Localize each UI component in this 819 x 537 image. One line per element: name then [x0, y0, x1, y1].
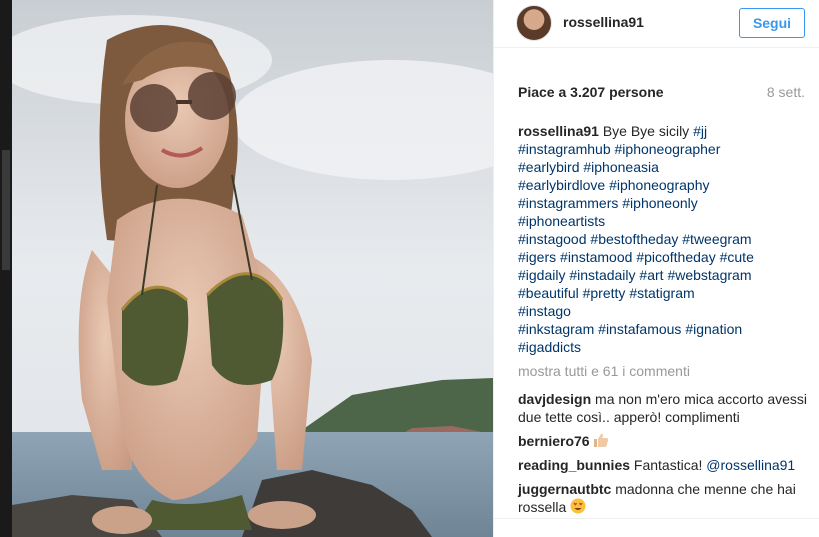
comment: berniero76	[518, 432, 810, 450]
avatar[interactable]	[516, 5, 552, 41]
hashtag[interactable]: #iphoneartists	[518, 213, 605, 229]
comment: reading_bunnies Fantastica! @rossellina9…	[518, 456, 810, 474]
hashtag[interactable]: #statigram	[629, 285, 694, 301]
show-all-comments-link[interactable]: mostra tutti e 61 i commenti	[518, 362, 810, 380]
hashtag[interactable]: #iphoneasia	[583, 159, 659, 175]
hashtag[interactable]: #iphoneonly	[622, 195, 698, 211]
comment: juggernautbtc madonna che menne che hai …	[518, 480, 810, 516]
hashtag[interactable]: #iphoneography	[609, 177, 709, 193]
hashtag[interactable]: #igers	[518, 249, 556, 265]
hashtag[interactable]: #picoftheday	[636, 249, 715, 265]
hashtag[interactable]: #earlybirdlove	[518, 177, 605, 193]
comment-username[interactable]: berniero76	[518, 433, 590, 449]
comment: davjdesign ma non m'ero mica accorto ave…	[518, 390, 810, 426]
username-link[interactable]: rossellina91	[563, 14, 644, 30]
comment-username[interactable]: davjdesign	[518, 391, 591, 407]
hashtag[interactable]: #jj	[693, 123, 707, 139]
hashtag[interactable]: #earlybird	[518, 159, 579, 175]
hashtag[interactable]: #instagrammers	[518, 195, 618, 211]
hashtag[interactable]: #cute	[720, 249, 754, 265]
caption: rossellina91 Bye Bye sicily #jj #instagr…	[518, 122, 810, 356]
hashtag[interactable]: #bestoftheday	[590, 231, 678, 247]
post-details-panel: rossellina91 Segui Piace a 3.207 persone…	[493, 0, 819, 537]
comment-text: Fantastica!	[633, 457, 703, 473]
likes-count[interactable]: Piace a 3.207 persone	[518, 84, 664, 100]
hashtag[interactable]: #tweegram	[682, 231, 751, 247]
hashtag[interactable]: #instago	[518, 303, 571, 319]
hashtag[interactable]: #iphoneographer	[615, 141, 721, 157]
hashtag[interactable]: #instafamous	[598, 321, 681, 337]
heart-eyes-icon	[570, 498, 586, 514]
hashtag[interactable]: #instadaily	[569, 267, 635, 283]
hashtag[interactable]: #instamood	[560, 249, 632, 265]
comment-username[interactable]: reading_bunnies	[518, 457, 630, 473]
hashtag[interactable]: #igdaily	[518, 267, 565, 283]
follow-button[interactable]: Segui	[739, 8, 805, 38]
hashtag[interactable]: #beautiful	[518, 285, 579, 301]
background-strip	[0, 0, 12, 537]
post-header: rossellina91 Segui	[494, 0, 819, 48]
caption-username[interactable]: rossellina91	[518, 123, 599, 139]
hashtag[interactable]: #ignation	[685, 321, 742, 337]
mention-link[interactable]: @rossellina91	[706, 457, 795, 473]
post-timestamp[interactable]: 8 sett.	[767, 84, 805, 100]
hashtag[interactable]: #inkstagram	[518, 321, 594, 337]
photo-illustration	[12, 0, 493, 537]
divider	[494, 518, 819, 519]
hashtag[interactable]: #igaddicts	[518, 339, 581, 355]
comment-username[interactable]: juggernautbtc	[518, 481, 611, 497]
thumbs-up-icon	[594, 433, 609, 447]
hashtag[interactable]: #instagramhub	[518, 141, 611, 157]
hashtag[interactable]: #art	[639, 267, 663, 283]
hashtag[interactable]: #webstagram	[667, 267, 751, 283]
comments-section: rossellina91 Bye Bye sicily #jj #instagr…	[518, 122, 810, 522]
hashtag[interactable]: #instagood	[518, 231, 587, 247]
caption-text: Bye Bye sicily	[602, 123, 690, 139]
post-photo[interactable]	[12, 0, 493, 537]
hashtag[interactable]: #pretty	[583, 285, 626, 301]
